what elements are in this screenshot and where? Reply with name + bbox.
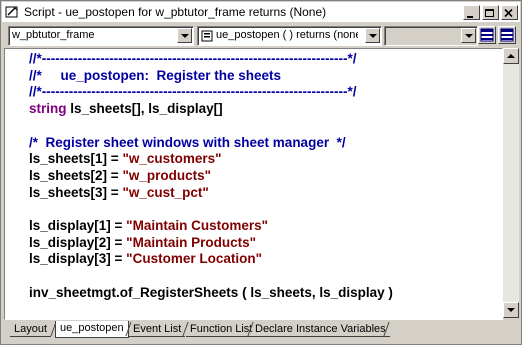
arrow-up-icon [507,54,515,58]
title-bar[interactable]: Script - ue_postopen for w_pbtutor_frame… [2,2,520,22]
scroll-down-button[interactable] [503,302,519,318]
minimize-icon [467,16,473,18]
code-token: "w_cust_pct" [122,184,209,200]
vertical-scrollbar[interactable] [503,48,519,318]
tab-layout[interactable]: Layout [10,322,52,337]
code-token: ls_sheets[1] = [29,151,123,167]
code-token: "Maintain Products" [126,234,256,250]
code-line[interactable]: ls_display[3] = "Customer Location" [29,251,393,268]
code-line[interactable]: ​ [29,268,393,285]
code-token: "Maintain Customers" [126,218,268,234]
code-token: ls_display[3] = [29,251,127,267]
code-token: ls_sheets[], ls_display[] [66,101,223,117]
object-select[interactable]: w_pbtutor_frame [8,26,194,46]
script-editor[interactable]: //*-------------------------------------… [4,48,503,320]
code-line[interactable]: ls_sheets[1] = "w_customers" [29,151,393,168]
window-title: Script - ue_postopen for w_pbtutor_frame… [24,5,327,19]
tab-function-list[interactable]: Function List [186,322,257,337]
ancestor-select[interactable] [384,26,478,46]
code-line[interactable]: /* Register sheet windows with sheet man… [29,135,393,152]
event-icon [201,30,213,42]
script-code[interactable]: //*-------------------------------------… [29,51,393,302]
chevron-down-icon [465,34,473,38]
tab-event-list[interactable]: Event List [129,322,186,337]
code-token: //*-------------------------------------… [29,51,357,66]
code-line[interactable]: ​ [29,118,393,135]
code-token: ls_display[2] = [29,234,127,250]
close-button[interactable] [501,5,518,20]
code-token: ls_sheets[3] = [29,184,123,200]
code-line[interactable]: //* ue_postopen: Register the sheets [29,68,393,85]
code-token: //* ue_postopen: Register the sheets [29,67,282,83]
object-select-value: w_pbtutor_frame [12,29,95,41]
tab-ue-postopen[interactable]: ue_postopen [55,321,129,338]
code-line[interactable]: //*-------------------------------------… [29,51,393,68]
maximize-button[interactable] [482,5,499,20]
code-token: ls_display[1] = [29,218,127,234]
event-select[interactable]: ue_postopen ( ) returns (none [197,26,382,46]
code-line[interactable]: string ls_sheets[], ls_display[] [29,101,393,118]
code-line[interactable]: ls_sheets[3] = "w_cust_pct" [29,185,393,202]
code-token: ls_sheets[2] = [29,167,123,183]
minimize-button[interactable] [463,5,480,20]
ancestor-select-dropdown[interactable] [461,28,476,43]
split-vertical-button[interactable] [498,26,516,44]
code-token: inv_sheetmgt.of_RegisterSheets ( ls_shee… [29,284,393,300]
object-select-dropdown[interactable] [177,28,192,43]
script-tabs: Layout ue_postopen Event List Function L… [4,320,519,340]
code-line[interactable]: ​ [29,201,393,218]
event-select-value: ue_postopen ( ) returns (none [216,29,358,41]
chevron-down-icon [181,34,189,38]
code-line[interactable]: //*-------------------------------------… [29,84,393,101]
arrow-down-icon [507,308,515,312]
code-line[interactable]: ls_display[2] = "Maintain Products" [29,235,393,252]
code-token: "Customer Location" [126,251,262,267]
split-view-icon [500,28,514,42]
code-line[interactable]: ls_display[1] = "Maintain Customers" [29,218,393,235]
code-token: //*-------------------------------------… [29,84,357,100]
split-horizontal-button[interactable] [478,26,496,44]
script-toolbar: w_pbtutor_frame ue_postopen ( ) returns … [2,24,520,48]
chevron-down-icon [369,34,377,38]
code-line[interactable]: inv_sheetmgt.of_RegisterSheets ( ls_shee… [29,285,393,302]
code-token: "w_customers" [122,151,222,167]
code-token: "w_products" [122,167,211,183]
script-icon [5,6,18,18]
tab-declare-instance-variables[interactable]: Declare Instance Variables [251,322,390,337]
code-line[interactable]: ls_sheets[2] = "w_products" [29,168,393,185]
scroll-up-button[interactable] [503,48,519,64]
script-window: Script - ue_postopen for w_pbtutor_frame… [0,0,522,345]
maximize-icon [485,9,494,17]
event-select-dropdown[interactable] [365,28,380,43]
code-token: string [29,101,67,117]
code-token: /* Register sheet windows with sheet man… [29,134,346,150]
close-icon [504,8,513,18]
split-view-icon [480,28,494,42]
